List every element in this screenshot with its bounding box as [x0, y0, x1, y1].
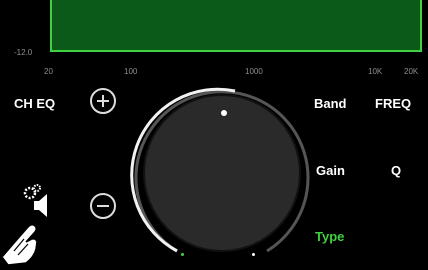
- freq-tick-20k: 20K: [404, 67, 419, 76]
- freq-tick-1000: 1000: [245, 67, 263, 76]
- q-button[interactable]: Q: [391, 163, 401, 178]
- ch-eq-label: CH EQ: [14, 96, 56, 111]
- db-axis-label: -12.0: [14, 48, 33, 57]
- zoom-in-button[interactable]: [90, 88, 116, 114]
- freq-tick-10k: 10K: [368, 67, 383, 76]
- band-button[interactable]: Band: [314, 96, 347, 111]
- pointing-hand-icon: [1, 223, 38, 265]
- freq-button[interactable]: FREQ: [375, 96, 411, 111]
- eq-graph[interactable]: [50, 0, 422, 52]
- zoom-out-button[interactable]: [90, 193, 116, 219]
- knob-max-led: [252, 253, 255, 256]
- freq-tick-100: 100: [124, 67, 138, 76]
- freq-tick-20: 20: [44, 67, 53, 76]
- eq-settings-button[interactable]: [20, 184, 50, 220]
- gear-speaker-icon: [23, 184, 47, 217]
- eq-knob[interactable]: [127, 83, 317, 265]
- knob-min-led: [181, 253, 184, 256]
- type-button[interactable]: Type: [315, 229, 344, 244]
- gain-button[interactable]: Gain: [316, 163, 345, 178]
- knob-indicator: [221, 110, 227, 116]
